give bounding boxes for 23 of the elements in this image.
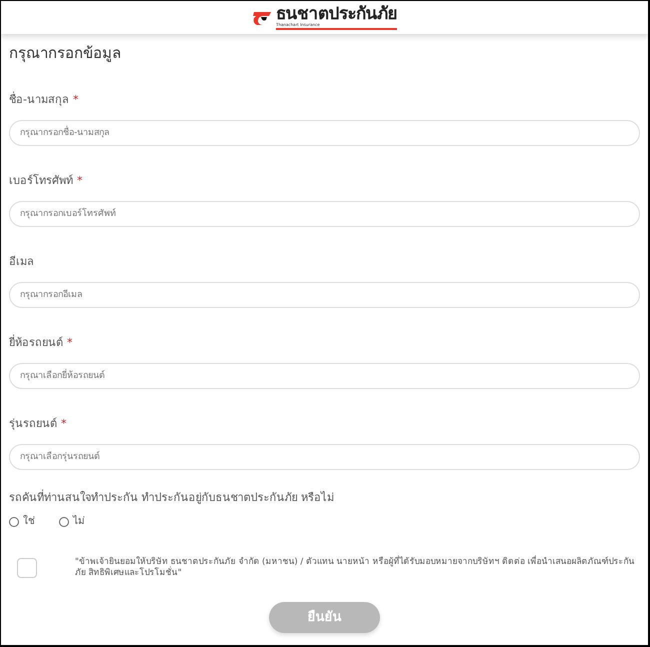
- radio-button[interactable]: [9, 516, 19, 526]
- input-field[interactable]: กรุณากรอกอีเมล: [9, 282, 640, 308]
- field-label: ยี่ห้อรถยนต์: [9, 334, 63, 350]
- input-field[interactable]: กรุณาเลือกรุ่นรถยนต์: [9, 444, 640, 470]
- radio-label: ใช่: [23, 514, 35, 529]
- required-mark: *: [67, 334, 72, 350]
- required-mark: *: [61, 416, 66, 432]
- input-field[interactable]: กรุณากรอกชื่อ-นามสกุล: [9, 120, 640, 146]
- input-field[interactable]: กรุณาเลือกยี่ห้อรถยนต์: [9, 362, 640, 388]
- required-mark: *: [77, 172, 82, 188]
- consent-text: "ข้าพเจ้ายินยอมให้บริษัท ธนชาตประกันภัย จำกัด (มหาชน) / ตัวแทน นายหน้า หรือผู้ที่ได้รับมอบหมายจากบริษัทฯ ติดต่อ เพื่อนำเสนอผลิตภัณฑ์ประกันภัย สิทธิพิเศษและโปรโมชั่น": [75, 557, 636, 578]
- field-label: ชื่อ-นามสกุล: [9, 92, 69, 108]
- logo-text: ธนชาตประกันภัย: [276, 6, 397, 22]
- field-label: อีเมล: [9, 254, 34, 270]
- form-title: กรุณากรอกข้อมูล: [9, 43, 122, 64]
- question-text: รถคันที่ท่านสนใจทำประกัน ทำประกันอยู่กับธนชาตประกันภัย หรือไม่: [9, 490, 335, 506]
- field-label: รุ่นรถยนต์: [9, 416, 57, 432]
- consent-checkbox[interactable]: [17, 558, 37, 578]
- input-field[interactable]: กรุณากรอกเบอร์โทรศัพท์: [9, 200, 640, 226]
- radio-label: ไม่: [73, 514, 85, 529]
- required-mark: *: [72, 92, 78, 108]
- field-label: เบอร์โทรศัพท์: [9, 172, 73, 188]
- radio-button[interactable]: [59, 516, 69, 526]
